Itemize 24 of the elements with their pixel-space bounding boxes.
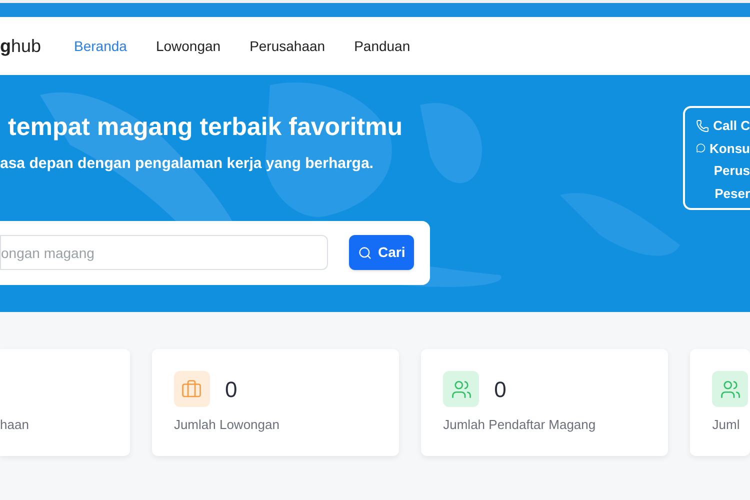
logo[interactable]: ghub <box>0 37 74 55</box>
nav-link[interactable]: Lowongan <box>156 36 221 56</box>
stat-label: haan <box>0 416 30 434</box>
contact-text: Perus <box>714 162 750 180</box>
stat-value: 0 <box>494 376 506 404</box>
users-icon <box>443 371 480 407</box>
stat-label: Juml <box>712 416 741 434</box>
search-icon <box>358 246 372 260</box>
stat-value: 0 <box>224 376 238 404</box>
briefcase-icon <box>174 371 210 407</box>
stat-label: Jumlah Lowongan <box>174 416 280 434</box>
search-field[interactable]: ongan magang <box>0 235 328 270</box>
hero-subtitle: asa depan dengan pengalaman kerja yang berharga. <box>0 154 374 174</box>
users-icon <box>712 371 748 407</box>
contact-text: Peser <box>714 184 750 202</box>
nav-link[interactable]: Perusahaan <box>250 36 326 56</box>
nav-link[interactable]: Panduan <box>354 36 410 56</box>
nav-link[interactable]: Beranda <box>74 36 127 56</box>
hero-title: tempat magang terbaik favoritmu <box>8 112 404 143</box>
contact-text: Call C <box>713 117 750 135</box>
stat-label: Jumlah Pendaftar Magang <box>443 416 597 434</box>
search-button[interactable]: Cari <box>349 235 414 270</box>
phone-icon <box>696 118 710 134</box>
contact-text: Konsu <box>710 140 750 158</box>
